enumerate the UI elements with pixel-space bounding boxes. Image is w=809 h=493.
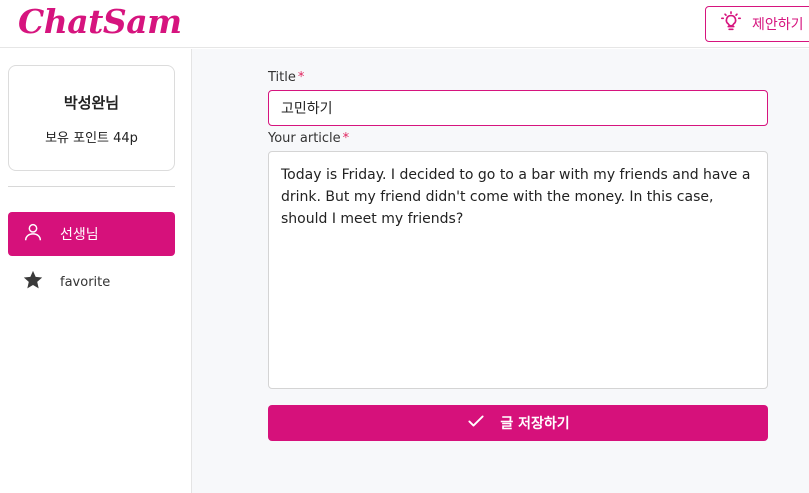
sidebar: 박성완님 보유 포인트 44p 선생님 favorite: [0, 49, 192, 493]
suggest-label: 제안하기: [752, 17, 804, 33]
check-icon: [466, 411, 486, 435]
main-content: Title * 고민하기 Your article * Today is Frida…: [192, 49, 809, 493]
article-textarea[interactable]: Today is Friday. I decided to go to a ba…: [268, 151, 768, 389]
sidebar-divider: [8, 186, 175, 187]
profile-card: 박성완님 보유 포인트 44p: [8, 65, 175, 171]
person-icon: [22, 221, 44, 247]
save-label: 글 저장하기: [500, 416, 570, 432]
lightbulb-icon: [720, 11, 742, 37]
title-input[interactable]: 고민하기: [268, 90, 768, 126]
save-article-button[interactable]: 글 저장하기: [268, 405, 768, 441]
sidebar-item-favorite[interactable]: favorite: [8, 260, 175, 304]
suggest-button[interactable]: 제안하기: [705, 6, 809, 42]
article-label: Your article *: [268, 131, 349, 146]
star-icon: [22, 269, 44, 295]
required-mark: *: [297, 70, 305, 85]
sidebar-item-teacher[interactable]: 선생님: [8, 212, 175, 256]
profile-name: 박성완님: [63, 94, 120, 112]
sidebar-item-label: 선생님: [60, 227, 99, 243]
required-mark: *: [342, 131, 350, 146]
article-label-text: Your article: [268, 131, 341, 146]
app-logo[interactable]: ChatSam: [18, 2, 182, 41]
title-label: Title *: [268, 70, 304, 85]
top-bar: ChatSam 제안하기: [0, 0, 809, 48]
title-label-text: Title: [268, 70, 296, 85]
profile-points: 보유 포인트 44p: [45, 131, 138, 146]
sidebar-item-label: favorite: [60, 274, 111, 290]
